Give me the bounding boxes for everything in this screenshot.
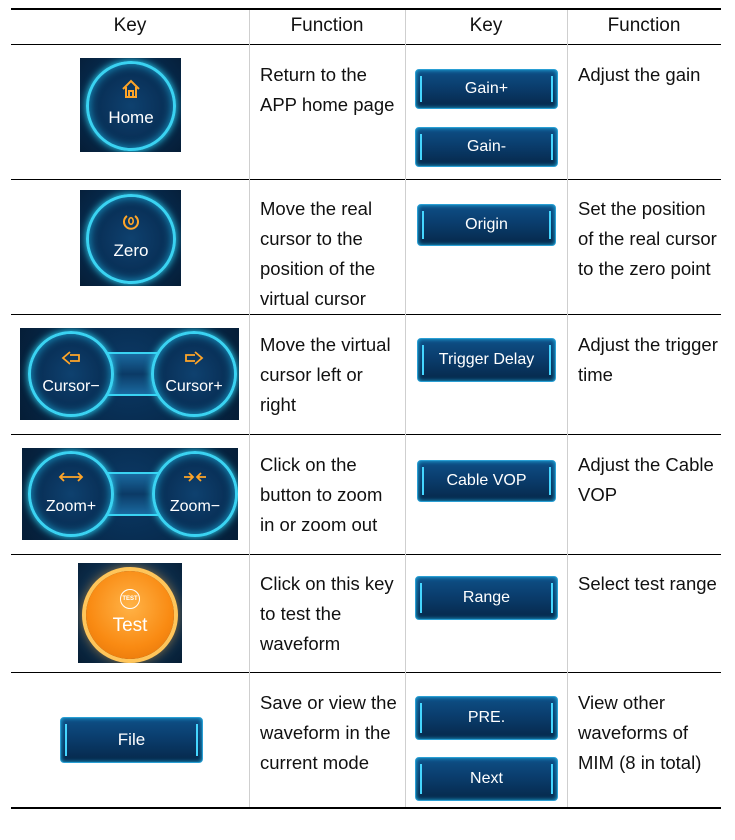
function-gain: Adjust the gain (578, 64, 701, 85)
trigger-delay-button[interactable]: Trigger Delay (417, 338, 556, 382)
function-zero: Move the real cursor to the position of … (260, 198, 376, 309)
origin-button[interactable]: Origin (417, 204, 556, 246)
gain-plus-button[interactable]: Gain+ (415, 69, 558, 109)
zero-label: Zero (113, 241, 149, 260)
range-button[interactable]: Range (415, 576, 558, 620)
zero-button[interactable]: Zero (80, 190, 181, 286)
next-button[interactable]: Next (415, 757, 558, 801)
gain-minus-button[interactable]: Gain- (415, 127, 558, 167)
home-icon (89, 78, 173, 105)
header-key-2: Key (469, 15, 503, 36)
test-button[interactable]: TEST Test (78, 563, 182, 663)
function-cursor: Move the virtual cursor left or right (260, 334, 391, 415)
zero-icon (89, 211, 173, 236)
home-button[interactable]: Home (80, 58, 181, 152)
zoom-plus-button[interactable]: Zoom+ (28, 451, 114, 537)
function-origin: Set the position of the real cursor to t… (578, 198, 717, 279)
function-home: Return to the APP home page (260, 64, 395, 115)
pre-button[interactable]: PRE. (415, 696, 558, 740)
header-function-1: Function (290, 15, 364, 36)
cursor-minus-button[interactable]: Cursor− (28, 331, 114, 417)
function-trigger: Adjust the trigger time (578, 334, 718, 385)
cable-vop-button[interactable]: Cable VOP (417, 460, 556, 502)
test-label: Test (112, 615, 148, 636)
header-key-1: Key (113, 15, 147, 36)
function-test: Click on this key to test the waveform (260, 573, 394, 654)
function-file: Save or view the waveform in the current… (260, 692, 397, 773)
function-range: Select test range (578, 573, 717, 594)
function-waveforms: View other waveforms of MIM (8 in total) (578, 692, 702, 773)
zoom-control: Zoom+ Zoom− (22, 448, 238, 540)
zoom-out-icon (155, 470, 235, 489)
test-icon: TEST (86, 587, 174, 609)
file-button[interactable]: File (60, 717, 203, 763)
header-function-2: Function (607, 15, 681, 36)
zoom-plus-label: Zoom+ (45, 498, 97, 515)
zoom-minus-label: Zoom− (169, 498, 221, 515)
cursor-plus-label: Cursor+ (165, 378, 223, 395)
arrow-right-icon (154, 350, 234, 371)
cursor-plus-button[interactable]: Cursor+ (151, 331, 237, 417)
function-cable-vop: Adjust the Cable VOP (578, 454, 714, 505)
home-label: Home (108, 108, 154, 127)
zoom-minus-button[interactable]: Zoom− (152, 451, 238, 537)
cursor-control: Cursor− Cursor+ (20, 328, 239, 420)
function-zoom: Click on the button to zoom in or zoom o… (260, 454, 383, 535)
cursor-minus-label: Cursor− (42, 378, 100, 395)
arrow-left-icon (31, 350, 111, 371)
zoom-in-icon (31, 470, 111, 489)
